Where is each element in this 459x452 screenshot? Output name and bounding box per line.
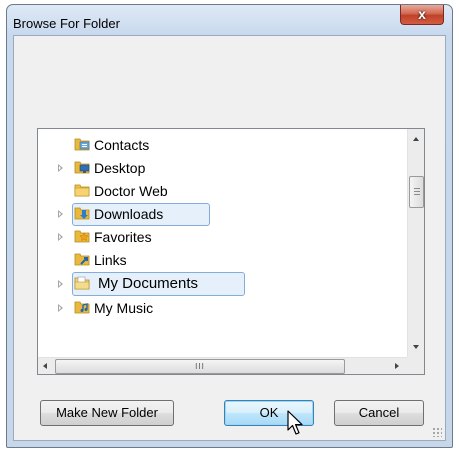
- make-new-folder-button[interactable]: Make New Folder: [40, 400, 174, 426]
- close-icon: x: [418, 6, 426, 22]
- downloads-folder-icon: [74, 207, 90, 220]
- music-folder-icon: [74, 301, 90, 314]
- scroll-up-arrow-icon[interactable]: [413, 137, 419, 141]
- vertical-scrollbar[interactable]: [407, 129, 424, 357]
- dialog-client-area: Contacts Desktop Doctor Web Downloads Fa…: [13, 35, 446, 441]
- scroll-grip-icon: III: [195, 362, 205, 371]
- scrollbar-corner: [407, 357, 424, 374]
- tree-item-label: Favorites: [94, 229, 152, 245]
- horizontal-scrollbar[interactable]: III: [38, 357, 409, 374]
- favorites-folder-icon: [74, 230, 90, 243]
- expand-arrow-icon[interactable]: [58, 233, 63, 241]
- resize-grip-icon[interactable]: [432, 427, 442, 437]
- tree-item-label: Links: [94, 252, 127, 268]
- scroll-grip-icon: [414, 188, 420, 195]
- scroll-left-arrow-icon[interactable]: [43, 363, 47, 369]
- desktop-folder-icon: [74, 161, 90, 174]
- tree-item-label: My Documents: [98, 275, 199, 292]
- tree-item-label: Doctor Web: [94, 183, 168, 199]
- expand-arrow-icon[interactable]: [58, 164, 63, 172]
- folder-icon: [74, 184, 90, 197]
- scroll-down-arrow-icon[interactable]: [413, 345, 419, 349]
- contacts-folder-icon: [74, 138, 90, 151]
- close-button[interactable]: x: [400, 5, 444, 25]
- documents-folder-icon: [74, 276, 90, 290]
- vertical-scroll-thumb[interactable]: [409, 176, 424, 208]
- browse-for-folder-dialog: Browse For Folder x Contacts Desktop Doc…: [6, 4, 453, 448]
- folder-tree[interactable]: Contacts Desktop Doctor Web Downloads Fa…: [37, 128, 425, 375]
- expand-arrow-icon[interactable]: [58, 304, 63, 312]
- expand-arrow-icon[interactable]: [58, 210, 63, 218]
- tree-item-label: Downloads: [94, 206, 164, 222]
- mouse-cursor-icon: [287, 410, 303, 435]
- tree-item-label: My Music: [94, 300, 154, 316]
- horizontal-scroll-thumb[interactable]: III: [55, 359, 345, 374]
- tree-item-label: Contacts: [94, 137, 150, 153]
- scroll-right-arrow-icon[interactable]: [395, 363, 399, 369]
- tree-item-label: Desktop: [94, 160, 146, 176]
- links-folder-icon: [74, 253, 90, 266]
- window-title: Browse For Folder: [13, 16, 120, 31]
- cancel-button[interactable]: Cancel: [334, 400, 424, 426]
- expand-arrow-icon[interactable]: [58, 280, 63, 288]
